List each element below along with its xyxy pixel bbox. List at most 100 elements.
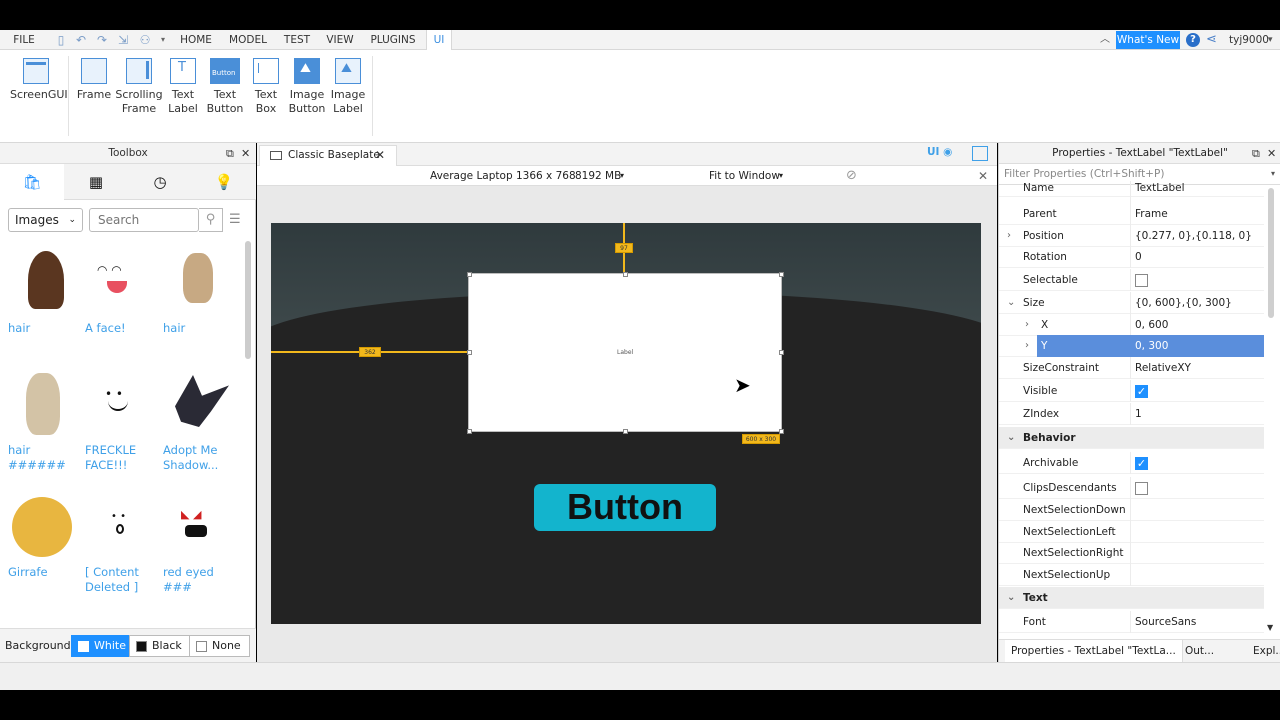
properties-scrollbar[interactable] <box>1268 188 1274 318</box>
toolbox-scrollbar[interactable] <box>245 241 251 359</box>
undock-icon[interactable]: ⧉ <box>1252 143 1260 164</box>
ui-visibility-toggle[interactable]: UI ◉ <box>927 146 952 158</box>
image-button-button[interactable]: ⛰ Image Button <box>286 58 328 116</box>
toolbox-item[interactable]: Girrafe <box>8 491 84 580</box>
undo-icon[interactable]: ↶ <box>74 33 88 47</box>
chevron-down-icon[interactable]: ▾ <box>620 166 624 186</box>
collapse-ribbon-icon[interactable]: ︿ <box>1100 30 1110 50</box>
search-input[interactable] <box>89 208 199 232</box>
resize-handle[interactable] <box>623 429 628 434</box>
username[interactable]: tyj9000 <box>1229 30 1269 50</box>
toolbox-item[interactable]: ◠ ◠ A face! <box>85 247 161 336</box>
resize-handle[interactable] <box>779 272 784 277</box>
whats-new-button[interactable]: What's New <box>1116 31 1180 49</box>
tab-properties[interactable]: Properties - TextLabel "TextLa... <box>1005 640 1183 663</box>
tab-marketplace[interactable]: 🛍 <box>0 164 64 200</box>
toolbox-item[interactable]: hair <box>163 247 239 336</box>
memory[interactable]: 8192 MB <box>575 166 621 186</box>
archivable-checkbox[interactable]: ✓ <box>1135 457 1148 470</box>
clips-descendants-checkbox[interactable] <box>1135 482 1148 495</box>
scroll-down-icon[interactable]: ▼ <box>1267 623 1273 632</box>
prop-zindex[interactable]: ZIndex 1 <box>999 403 1264 425</box>
tab-output[interactable]: Out... <box>1179 640 1220 663</box>
resize-handle[interactable] <box>467 429 472 434</box>
text-box-button[interactable]: Text Box <box>247 58 285 116</box>
close-icon[interactable]: ✕ <box>375 146 385 165</box>
canvas-text-button[interactable]: Button <box>534 484 716 531</box>
device-name[interactable]: Average Laptop <box>430 166 513 186</box>
tab-inventory[interactable]: ▦ <box>64 164 128 200</box>
tab-model[interactable]: MODEL <box>225 30 271 50</box>
prop-rotation[interactable]: Rotation 0 <box>999 246 1264 268</box>
quick-access-dropdown-icon[interactable]: ▾ <box>156 33 170 47</box>
close-icon[interactable]: ✕ <box>241 143 250 164</box>
frame-button[interactable]: Frame <box>74 58 114 102</box>
prop-size[interactable]: ⌄ Size {0, 600},{0, 300} <box>999 292 1264 314</box>
prop-size-x[interactable]: › X 0, 600 <box>999 314 1264 336</box>
prop-next-selection-right[interactable]: NextSelectionRight <box>999 542 1264 564</box>
section-behavior[interactable]: ⌄ Behavior <box>999 427 1264 449</box>
resize-handle[interactable] <box>467 272 472 277</box>
visible-checkbox[interactable]: ✓ <box>1135 385 1148 398</box>
fit-to-window[interactable]: Fit to Window <box>709 166 780 186</box>
rotate-icon[interactable]: ⊘ <box>846 166 857 186</box>
tab-test[interactable]: TEST <box>280 30 314 50</box>
publish-icon[interactable]: ⇲ <box>116 33 130 47</box>
tab-creations[interactable]: 💡 <box>192 164 256 200</box>
tab-view[interactable]: VIEW <box>323 30 357 50</box>
text-button-button[interactable]: Button Text Button <box>203 58 247 116</box>
prop-next-selection-down[interactable]: NextSelectionDown <box>999 499 1264 521</box>
filter-icon[interactable]: ☰ <box>229 212 241 227</box>
redo-icon[interactable]: ↷ <box>95 33 109 47</box>
new-file-icon[interactable]: ▯ <box>54 33 68 47</box>
resize-handle[interactable] <box>779 350 784 355</box>
scrolling-frame-button[interactable]: Scrolling Frame <box>114 58 164 116</box>
toolbox-item[interactable]: • • [ Content Deleted ] <box>85 491 161 595</box>
prop-next-selection-up[interactable]: NextSelectionUp <box>999 564 1264 586</box>
prop-position[interactable]: › Position {0.277, 0},{0.118, 0} <box>999 225 1264 247</box>
image-label-button[interactable]: ⛰ Image Label <box>328 58 368 116</box>
selectable-checkbox[interactable] <box>1135 274 1148 287</box>
prop-archivable[interactable]: Archivable ✓ <box>999 452 1264 474</box>
tab-classic-baseplate[interactable]: Classic Baseplate ✕ <box>259 145 397 166</box>
prop-visible[interactable]: Visible ✓ <box>999 380 1264 402</box>
play-group-icon[interactable]: ⚇ <box>138 33 152 47</box>
resize-handle[interactable] <box>623 272 628 277</box>
section-text[interactable]: ⌄ Text <box>999 587 1264 609</box>
toolbox-item[interactable]: • • FRECKLE FACE!!! <box>85 369 161 473</box>
bg-white-button[interactable]: White <box>71 635 135 657</box>
prop-clips-descendants[interactable]: ClipsDescendants <box>999 477 1264 499</box>
toolbox-item[interactable]: hair <box>8 247 84 336</box>
screengui-button[interactable]: ScreenGUI <box>10 58 68 102</box>
toolbox-item[interactable]: hair ###### <box>8 369 84 473</box>
prop-selectable[interactable]: Selectable <box>999 269 1264 291</box>
toolbox-item[interactable]: ◣ ◢ red eyed ### <box>163 491 239 595</box>
text-label-button[interactable]: T Text Label <box>164 58 202 116</box>
prop-parent[interactable]: Parent Frame <box>999 203 1264 225</box>
close-icon[interactable]: ✕ <box>1267 143 1276 164</box>
tab-plugins[interactable]: PLUGINS <box>366 30 420 50</box>
tab-home[interactable]: HOME <box>174 30 218 50</box>
tab-ui[interactable]: UI <box>426 30 452 51</box>
menu-file[interactable]: FILE <box>6 30 42 50</box>
chevron-down-icon[interactable]: ▾ <box>779 166 783 186</box>
search-icon[interactable]: ⚲ <box>199 208 223 232</box>
tab-recent[interactable]: ◷ <box>128 164 192 200</box>
device-emulator-icon[interactable] <box>972 146 988 161</box>
tab-explorer[interactable]: Expl... <box>1247 640 1280 663</box>
bg-black-button[interactable]: Black <box>129 635 191 657</box>
bg-none-button[interactable]: None <box>189 635 250 657</box>
category-dropdown[interactable]: Images ⌄ <box>8 208 83 232</box>
help-icon[interactable]: ? <box>1186 33 1200 47</box>
toolbox-item[interactable]: Adopt Me Shadow... <box>163 369 239 473</box>
prop-next-selection-left[interactable]: NextSelectionLeft <box>999 521 1264 543</box>
resize-handle[interactable] <box>467 350 472 355</box>
share-icon[interactable]: ⋖ <box>1206 32 1217 47</box>
prop-size-y[interactable]: › Y 0, 300 <box>999 335 1264 357</box>
prop-font[interactable]: Font SourceSans <box>999 611 1264 633</box>
undock-icon[interactable]: ⧉ <box>226 143 234 164</box>
selected-text-label[interactable]: Label <box>468 273 782 432</box>
game-viewport[interactable]: 97 362 Label 600 x 300 Button ➤ <box>271 223 981 624</box>
prop-name[interactable]: Name TextLabel <box>999 181 1264 203</box>
chevron-down-icon[interactable]: ▾ <box>1268 30 1273 50</box>
